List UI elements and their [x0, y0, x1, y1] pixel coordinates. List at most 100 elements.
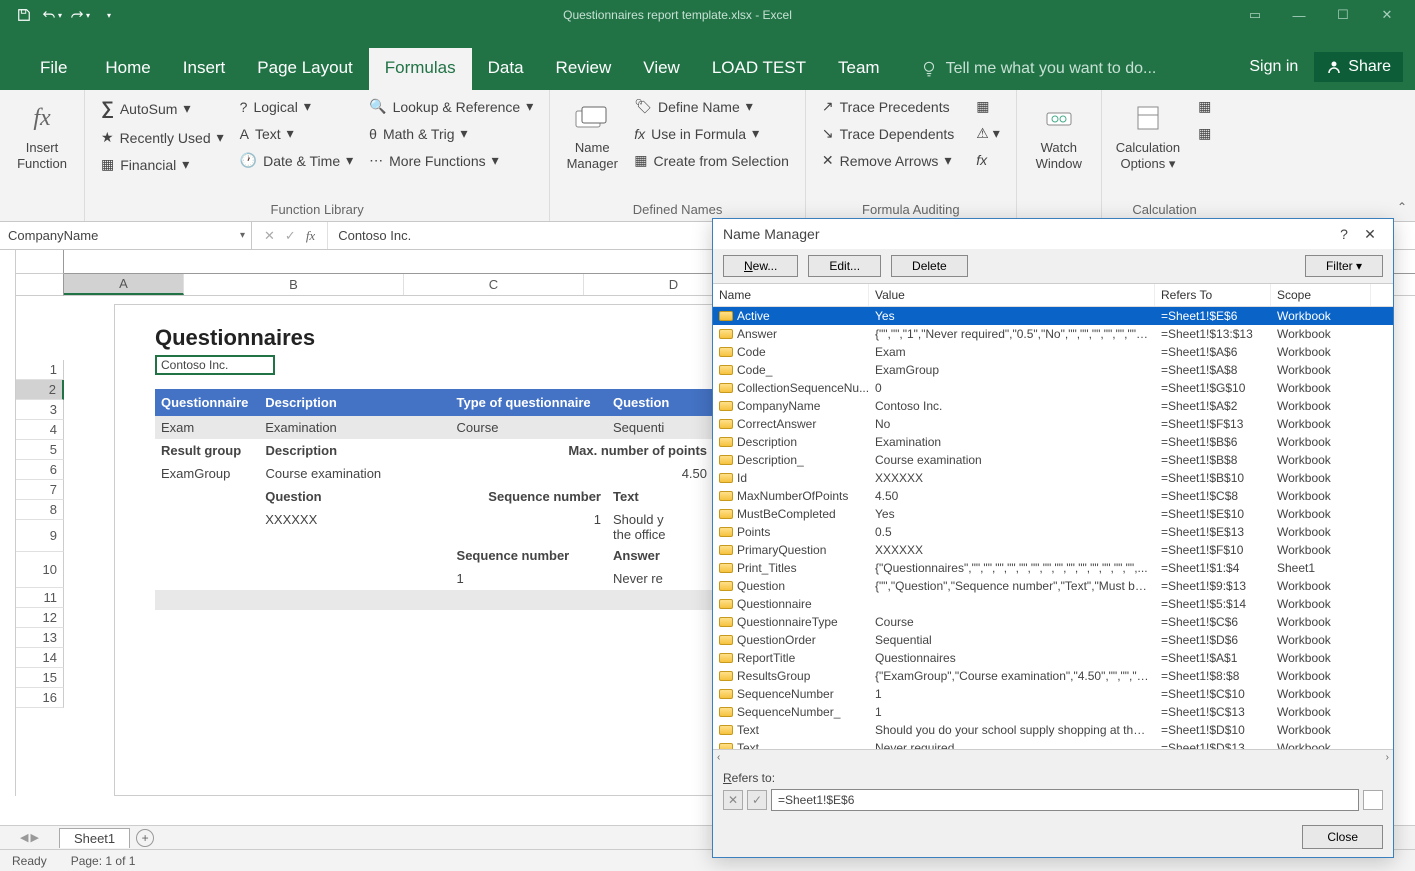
list-item[interactable]: Print_Titles{"Questionnaires","","","","…	[713, 559, 1393, 577]
calculate-now-icon[interactable]: ▦	[1190, 94, 1219, 119]
list-item[interactable]: Answer{"","","1","Never required","0.5",…	[713, 325, 1393, 343]
list-item[interactable]: MustBeCompletedYes=Sheet1!$E$10Workbook	[713, 505, 1393, 523]
row-header[interactable]: 7	[16, 480, 64, 500]
list-item[interactable]: MaxNumberOfPoints4.50=Sheet1!$C$8Workboo…	[713, 487, 1393, 505]
tab-insert[interactable]: Insert	[167, 48, 242, 90]
name-box[interactable]: CompanyName ▾	[0, 222, 252, 249]
list-item[interactable]: CollectionSequenceNu...0=Sheet1!$G$10Wor…	[713, 379, 1393, 397]
tab-formulas[interactable]: Formulas	[369, 48, 472, 90]
select-all-corner[interactable]	[16, 250, 64, 274]
recently-used-button[interactable]: ★Recently Used ▾	[93, 125, 232, 150]
row-header[interactable]: 11	[16, 588, 64, 608]
list-item[interactable]: TextShould you do your school supply sho…	[713, 721, 1393, 739]
refers-accept-icon[interactable]: ✓	[747, 790, 767, 810]
row-header[interactable]: 10	[16, 552, 64, 588]
collapse-ribbon-icon[interactable]: ⌃	[1397, 200, 1407, 214]
row-header[interactable]: 4	[16, 420, 64, 440]
edit-name-button[interactable]: Edit...	[808, 255, 881, 277]
delete-name-button[interactable]: Delete	[891, 255, 968, 277]
list-item[interactable]: Code_ExamGroup=Sheet1!$A$8Workbook	[713, 361, 1393, 379]
list-item[interactable]: ReportTitleQuestionnaires=Sheet1!$A$1Wor…	[713, 649, 1393, 667]
row-header[interactable]: 2	[16, 380, 64, 400]
share-button[interactable]: Share	[1314, 52, 1403, 82]
define-name-button[interactable]: 🏷Define Name ▾	[626, 94, 797, 119]
row-header[interactable]: 8	[16, 500, 64, 520]
tab-view[interactable]: View	[627, 48, 696, 90]
tab-review[interactable]: Review	[540, 48, 628, 90]
text-button[interactable]: AText ▾	[232, 121, 362, 146]
tab-file[interactable]: File	[18, 48, 89, 90]
logical-button[interactable]: ?Logical ▾	[232, 94, 362, 119]
cancel-formula-icon[interactable]: ✕	[264, 228, 275, 244]
list-item[interactable]: Points0.5=Sheet1!$E$13Workbook	[713, 523, 1393, 541]
tell-me-search[interactable]: Tell me what you want to do...	[920, 60, 1157, 90]
math-trig-button[interactable]: θMath & Trig ▾	[361, 121, 541, 146]
sheet-tab-sheet1[interactable]: Sheet1	[59, 828, 130, 848]
tab-home[interactable]: Home	[89, 48, 166, 90]
list-item[interactable]: DescriptionExamination=Sheet1!$B$6Workbo…	[713, 433, 1393, 451]
refers-to-input[interactable]: =Sheet1!$E$6	[771, 789, 1359, 811]
row-header[interactable]: 6	[16, 460, 64, 480]
list-item[interactable]: PrimaryQuestionXXXXXX=Sheet1!$F$10Workbo…	[713, 541, 1393, 559]
remove-arrows-button[interactable]: ✕Remove Arrows ▾	[814, 148, 962, 173]
calculation-options-button[interactable]: Calculation Options ▾	[1110, 94, 1186, 177]
list-item[interactable]: Question{"","Question","Sequence number"…	[713, 577, 1393, 595]
name-manager-button[interactable]: Name Manager	[558, 94, 626, 177]
minimize-icon[interactable]: —	[1279, 3, 1319, 27]
financial-button[interactable]: ▦Financial ▾	[93, 152, 232, 177]
create-from-selection-button[interactable]: ▦Create from Selection	[626, 148, 797, 173]
col-header-b[interactable]: B	[184, 274, 404, 295]
list-item[interactable]: Questionnaire=Sheet1!$5:$14Workbook	[713, 595, 1393, 613]
tab-team[interactable]: Team	[822, 48, 896, 90]
page-layout-view[interactable]: Questionnaires Contoso Inc. Questionnair…	[114, 304, 754, 796]
autosum-button[interactable]: ∑AutoSum ▾	[93, 94, 232, 123]
redo-icon[interactable]: ▾	[68, 3, 92, 27]
list-item[interactable]: CompanyNameContoso Inc.=Sheet1!$A$2Workb…	[713, 397, 1393, 415]
show-formulas-icon[interactable]: ▦	[968, 94, 1007, 119]
refers-cancel-icon[interactable]: ✕	[723, 790, 743, 810]
list-item[interactable]: CodeExam=Sheet1!$A$6Workbook	[713, 343, 1393, 361]
accept-formula-icon[interactable]: ✓	[285, 228, 296, 244]
lookup-reference-button[interactable]: 🔍Lookup & Reference ▾	[361, 94, 541, 119]
insert-function-button[interactable]: fx Insert Function	[8, 94, 76, 177]
tab-data[interactable]: Data	[472, 48, 540, 90]
date-time-button[interactable]: 🕐Date & Time ▾	[232, 148, 362, 173]
sheet-nav-next-icon[interactable]: ▶	[30, 831, 38, 844]
list-item[interactable]: ActiveYes=Sheet1!$E$6Workbook	[713, 307, 1393, 325]
list-item[interactable]: SequenceNumber1=Sheet1!$C$10Workbook	[713, 685, 1393, 703]
new-sheet-button[interactable]: +	[136, 829, 154, 847]
trace-dependents-button[interactable]: ↘Trace Dependents	[814, 121, 962, 146]
dialog-close-button[interactable]: Close	[1302, 825, 1383, 849]
trace-precedents-button[interactable]: ↗Trace Precedents	[814, 94, 962, 119]
col-header-c[interactable]: C	[404, 274, 584, 295]
col-header-a[interactable]: A	[64, 274, 184, 295]
tab-page-layout[interactable]: Page Layout	[241, 48, 368, 90]
list-item[interactable]: CorrectAnswerNo=Sheet1!$F$13Workbook	[713, 415, 1393, 433]
error-checking-icon[interactable]: ⚠ ▾	[968, 121, 1007, 146]
list-item[interactable]: Description_Course examination=Sheet1!$B…	[713, 451, 1393, 469]
sign-in-link[interactable]: Sign in	[1249, 58, 1298, 76]
row-header[interactable]: 16	[16, 688, 64, 708]
close-icon[interactable]: ✕	[1367, 3, 1407, 27]
use-in-formula-button[interactable]: fxUse in Formula ▾	[626, 121, 797, 146]
filter-button[interactable]: Filter ▾	[1305, 255, 1383, 277]
tab-load-test[interactable]: LOAD TEST	[696, 48, 822, 90]
maximize-icon[interactable]: ☐	[1323, 3, 1363, 27]
qat-customize-icon[interactable]: ▾	[96, 3, 120, 27]
sheet-nav-prev-icon[interactable]: ◀	[20, 831, 28, 844]
calculate-sheet-icon[interactable]: ▦	[1190, 121, 1219, 146]
row-header[interactable]: 9	[16, 520, 64, 552]
names-list[interactable]: Name Value Refers To Scope ActiveYes=She…	[713, 283, 1393, 749]
list-item[interactable]: Text_Never required=Sheet1!$D$13Workbook	[713, 739, 1393, 749]
namebox-dropdown-icon[interactable]: ▾	[240, 230, 245, 241]
row-header[interactable]: 14	[16, 648, 64, 668]
row-header[interactable]: 5	[16, 440, 64, 460]
ribbon-display-icon[interactable]: ▭	[1235, 3, 1275, 27]
dialog-help-icon[interactable]: ?	[1331, 226, 1357, 242]
watch-window-button[interactable]: Watch Window	[1025, 94, 1093, 177]
list-item[interactable]: IdXXXXXX=Sheet1!$B$10Workbook	[713, 469, 1393, 487]
evaluate-formula-icon[interactable]: fx	[968, 148, 1007, 172]
row-header[interactable]: 12	[16, 608, 64, 628]
list-item[interactable]: QuestionOrderSequential=Sheet1!$D$6Workb…	[713, 631, 1393, 649]
save-icon[interactable]	[12, 3, 36, 27]
